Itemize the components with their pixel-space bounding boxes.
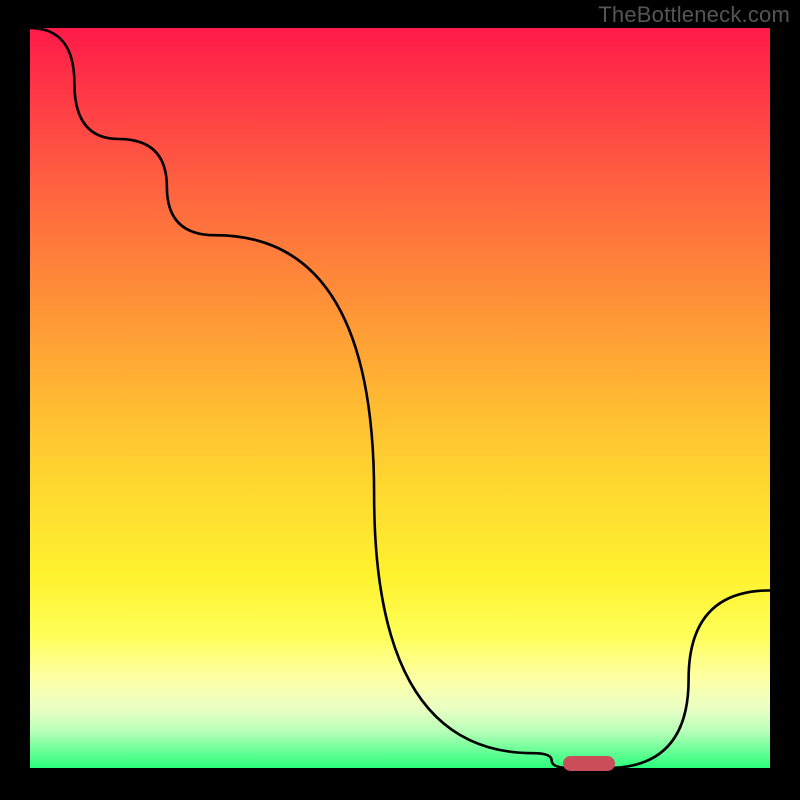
watermark-text: TheBottleneck.com: [598, 2, 790, 28]
bottleneck-curve: [30, 28, 770, 768]
curve-svg: [30, 28, 770, 768]
plot-area: [30, 28, 770, 768]
chart-container: TheBottleneck.com: [0, 0, 800, 800]
minimum-marker: [563, 756, 615, 771]
